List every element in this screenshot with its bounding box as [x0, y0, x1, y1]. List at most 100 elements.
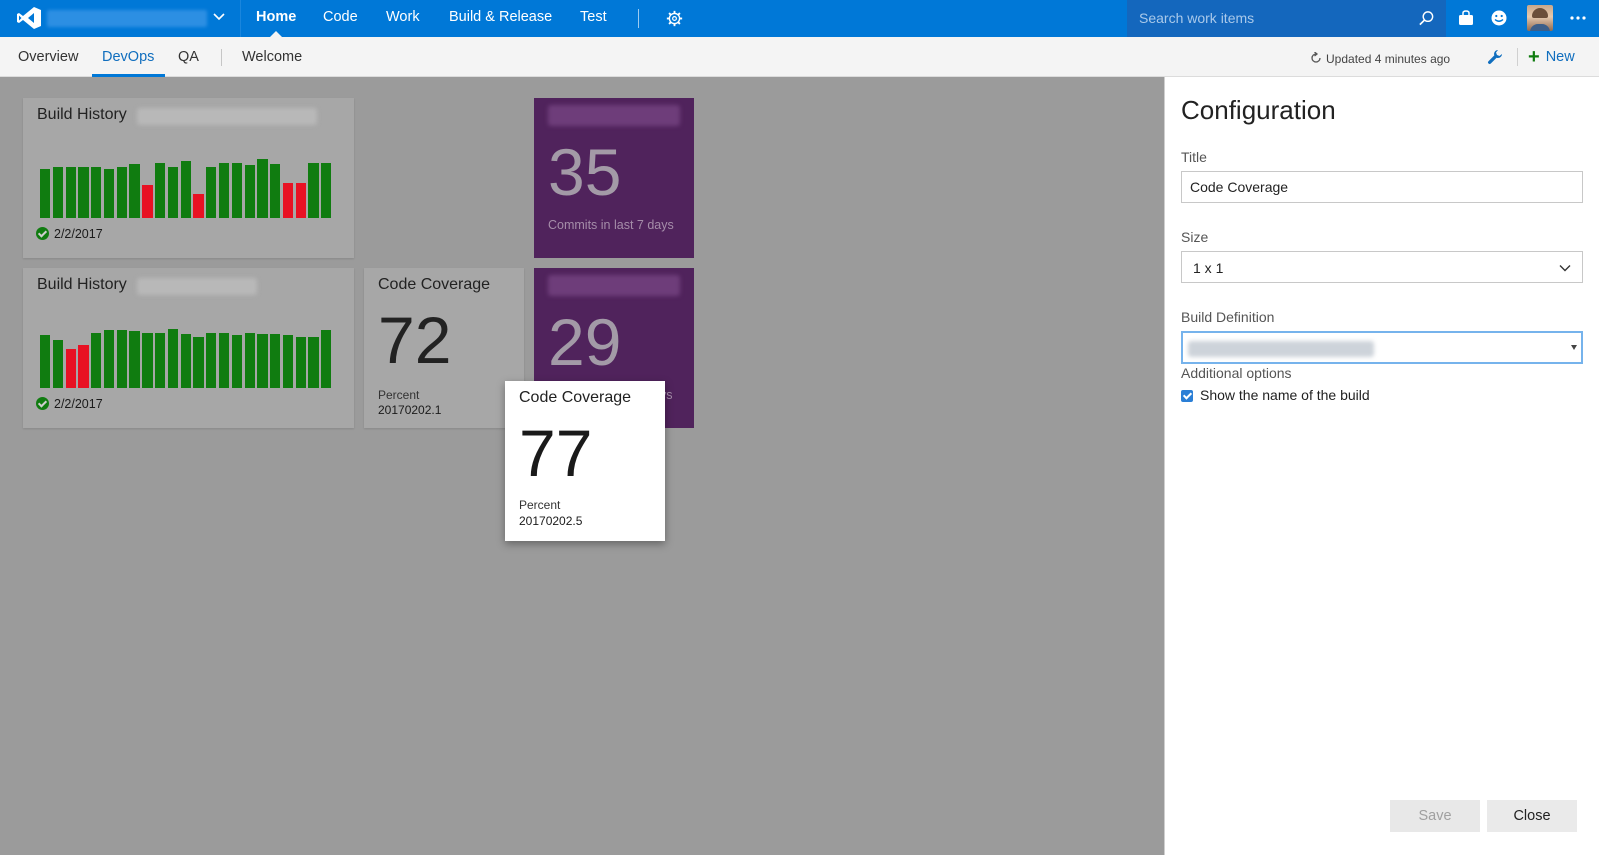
plus-icon: + — [1528, 46, 1540, 68]
top-nav: Home Code Work Build & Release Test — [0, 0, 1599, 37]
build-bar-pass[interactable] — [116, 329, 127, 388]
build-bar-pass[interactable] — [40, 335, 51, 388]
gear-icon[interactable] — [666, 10, 683, 27]
nav-work[interactable]: Work — [386, 0, 420, 37]
title-label: Title — [1181, 149, 1207, 165]
build-bar-fail[interactable] — [142, 185, 153, 218]
build-bar-pass[interactable] — [52, 340, 64, 388]
build-bar-pass[interactable] — [180, 334, 191, 388]
build-bar-fail[interactable] — [193, 194, 204, 218]
show-build-name-checkbox[interactable] — [1181, 390, 1193, 402]
tab-qa[interactable]: QA — [178, 37, 199, 77]
title-input[interactable] — [1181, 171, 1583, 203]
coverage-build: 20170202.1 — [378, 403, 442, 417]
build-bar-pass[interactable] — [155, 162, 166, 218]
build-bar-pass[interactable] — [321, 162, 332, 218]
build-bar-pass[interactable] — [129, 331, 140, 388]
build-bar-pass[interactable] — [193, 337, 204, 388]
tab-welcome[interactable]: Welcome — [242, 37, 302, 77]
show-build-name-label[interactable]: Show the name of the build — [1200, 387, 1370, 403]
chevron-down-icon[interactable] — [212, 10, 226, 24]
build-bar-pass[interactable] — [91, 167, 102, 218]
build-bar-pass[interactable] — [270, 334, 281, 388]
close-button[interactable]: Close — [1487, 800, 1577, 832]
build-bar-pass[interactable] — [231, 162, 243, 218]
build-bar-pass[interactable] — [218, 332, 230, 388]
build-bar-pass[interactable] — [155, 332, 166, 388]
build-definition-label: Build Definition — [1181, 309, 1275, 325]
nav-code[interactable]: Code — [323, 0, 358, 37]
build-bar-pass[interactable] — [206, 167, 217, 218]
build-status: 2/2/2017 — [36, 227, 103, 241]
build-bar-pass[interactable] — [321, 329, 332, 388]
build-bar-pass[interactable] — [218, 162, 230, 218]
code-coverage-preview-tile[interactable]: Code Coverage 77 Percent 20170202.5 — [505, 381, 665, 541]
wrench-icon[interactable] — [1487, 49, 1503, 65]
refresh-icon[interactable] — [1310, 52, 1322, 64]
build-bar-pass[interactable] — [308, 162, 319, 218]
build-name-blurred — [137, 108, 317, 125]
avatar[interactable] — [1527, 5, 1553, 31]
nav-build-release[interactable]: Build & Release — [449, 0, 552, 37]
build-history-tile-2[interactable]: Build History 2/2/2017 — [23, 268, 354, 428]
search-input[interactable] — [1139, 8, 1399, 28]
build-bar-pass[interactable] — [52, 167, 64, 218]
build-bar-pass[interactable] — [91, 332, 102, 388]
coverage-value: 72 — [378, 303, 452, 377]
build-history-tile-1[interactable]: Build History 2/2/2017 — [23, 98, 354, 258]
commits-tile-1[interactable]: 35 Commits in last 7 days — [534, 98, 694, 258]
build-bar-pass[interactable] — [231, 335, 243, 388]
build-bar-fail[interactable] — [295, 183, 306, 218]
build-bar-pass[interactable] — [167, 329, 179, 388]
marketplace-bag-icon[interactable] — [1457, 9, 1475, 27]
build-bar-pass[interactable] — [167, 167, 179, 218]
configuration-panel: Configuration Title Size 1 x 1 Build Def… — [1164, 77, 1599, 855]
build-bar-pass[interactable] — [206, 332, 217, 388]
build-bar-pass[interactable] — [257, 159, 268, 218]
dropdown-arrow-icon — [1571, 345, 1577, 350]
new-button[interactable]: + New — [1528, 37, 1575, 77]
code-coverage-tile[interactable]: Code Coverage 72 Percent 20170202.1 — [364, 268, 524, 428]
search-icon[interactable] — [1418, 10, 1435, 27]
build-status: 2/2/2017 — [36, 397, 103, 411]
project-name-blurred[interactable] — [47, 10, 207, 27]
tab-overview[interactable]: Overview — [18, 37, 78, 77]
build-bar-pass[interactable] — [116, 167, 127, 218]
build-bar-pass[interactable] — [244, 332, 255, 388]
additional-options-label: Additional options — [1181, 365, 1292, 381]
build-bar-pass[interactable] — [142, 332, 153, 388]
build-bar-pass[interactable] — [295, 337, 306, 388]
updated-status: Updated 4 minutes ago — [1326, 52, 1451, 66]
nav-test[interactable]: Test — [580, 0, 607, 37]
new-label: New — [1545, 49, 1575, 65]
build-bar-pass[interactable] — [244, 165, 255, 218]
build-bar-pass[interactable] — [180, 161, 191, 218]
visual-studio-logo-icon[interactable] — [17, 7, 41, 29]
build-bar-pass[interactable] — [103, 168, 115, 218]
build-name-blurred — [137, 278, 257, 295]
build-bar-pass[interactable] — [282, 335, 294, 388]
build-bar-pass[interactable] — [78, 167, 89, 218]
more-options-icon[interactable] — [1569, 9, 1587, 27]
success-check-icon — [36, 397, 49, 410]
build-bar-pass[interactable] — [257, 334, 268, 388]
build-bar-fail[interactable] — [78, 344, 89, 388]
save-button[interactable]: Save — [1390, 800, 1480, 832]
build-bar-pass[interactable] — [65, 167, 76, 218]
build-bar-pass[interactable] — [308, 337, 319, 388]
build-bar-pass[interactable] — [270, 164, 281, 218]
tab-devops[interactable]: DevOps — [92, 37, 166, 77]
commit-count: 35 — [548, 135, 622, 209]
size-select[interactable]: 1 x 1 — [1181, 251, 1583, 283]
nav-home[interactable]: Home — [256, 0, 296, 37]
tab-divider — [221, 49, 222, 66]
smiley-feedback-icon[interactable] — [1490, 9, 1508, 27]
build-bar-fail[interactable] — [65, 349, 76, 388]
build-bar-pass[interactable] — [103, 329, 115, 388]
build-definition-blurred — [1188, 341, 1374, 357]
repo-name-blurred — [548, 275, 680, 296]
build-bar-pass[interactable] — [129, 164, 140, 218]
build-bar-pass[interactable] — [40, 168, 51, 218]
build-bar-fail[interactable] — [282, 183, 294, 218]
build-definition-select[interactable] — [1181, 331, 1583, 364]
